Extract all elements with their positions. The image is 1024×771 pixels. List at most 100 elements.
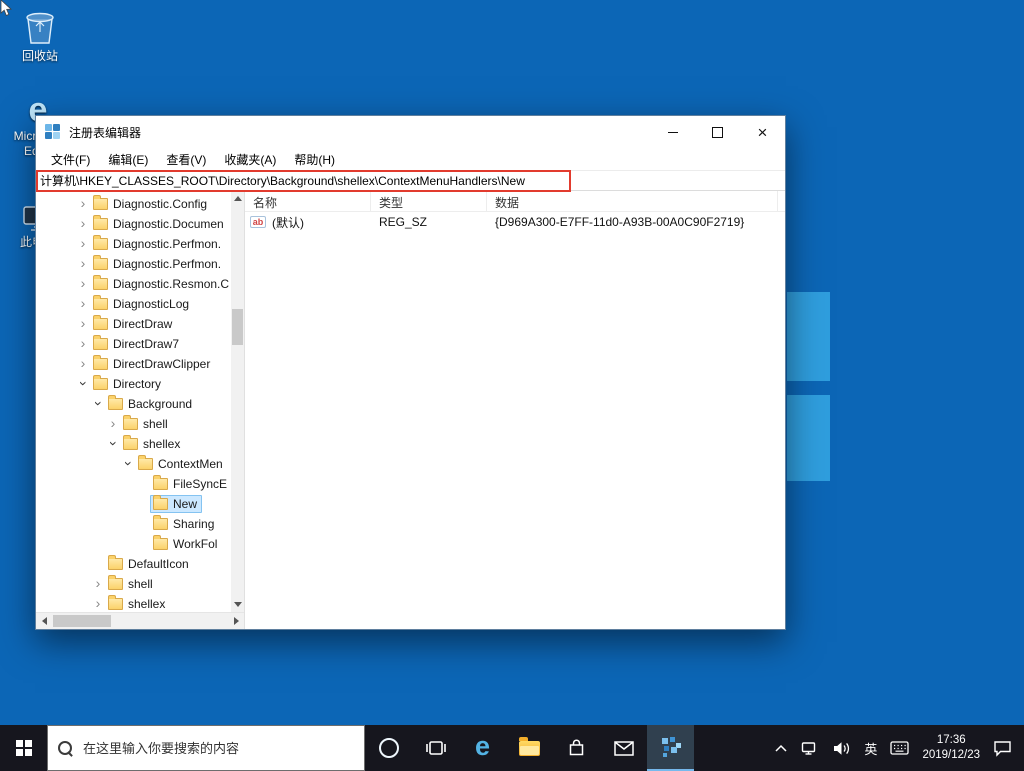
chevron-right-icon[interactable] [91, 596, 105, 612]
title-bar[interactable]: 注册表编辑器 [36, 116, 785, 148]
cortana-button[interactable] [365, 725, 412, 771]
chevron-down-icon[interactable] [91, 396, 105, 412]
regedit-app-icon [45, 124, 61, 140]
column-header-data[interactable]: 数据 [487, 191, 778, 211]
chevron-right-icon[interactable] [106, 416, 120, 432]
value-data: {D969A300-E7FF-11d0-A93B-00A0C90F2719} [487, 215, 785, 229]
chevron-right-icon[interactable] [76, 296, 90, 312]
chevron-down-icon[interactable] [106, 436, 120, 452]
chevron-right-icon[interactable] [76, 256, 90, 272]
search-input[interactable] [81, 740, 354, 757]
chevron-right-icon[interactable] [91, 576, 105, 592]
regedit-taskbar-button-active[interactable] [647, 725, 694, 771]
cortana-icon [379, 738, 399, 758]
network-status[interactable] [801, 741, 819, 756]
chevron-down-icon[interactable] [76, 376, 90, 392]
edge-button[interactable] [459, 725, 506, 771]
tree-item[interactable]: Diagnostic.Config [36, 194, 231, 214]
folder-icon [93, 318, 108, 330]
tree-item[interactable]: shellex [36, 434, 231, 454]
folder-icon [93, 278, 108, 290]
folder-icon [93, 198, 108, 210]
tree-item-selected[interactable]: New [36, 494, 231, 514]
chevron-right-icon[interactable] [76, 236, 90, 252]
chevron-up-icon [774, 744, 788, 753]
action-center-button[interactable] [993, 740, 1012, 757]
tray-expand-button[interactable] [774, 744, 788, 753]
tree-item[interactable]: Diagnostic.Documen [36, 214, 231, 234]
address-bar[interactable]: 计算机\HKEY_CLASSES_ROOT\Directory\Backgrou… [36, 170, 785, 191]
close-icon [758, 124, 768, 141]
menu-help[interactable]: 帮助(H) [285, 148, 344, 171]
task-view-button[interactable] [412, 725, 459, 771]
tree-item[interactable]: DiagnosticLog [36, 294, 231, 314]
registry-value-pane: 名称 类型 数据 (默认) REG_SZ {D969A300-E7FF-11d0… [245, 191, 785, 629]
folder-icon [93, 238, 108, 250]
tree-item[interactable]: DirectDraw [36, 314, 231, 334]
vertical-scrollbar[interactable] [231, 191, 244, 612]
menu-view[interactable]: 查看(V) [157, 148, 215, 171]
chevron-right-icon[interactable] [76, 216, 90, 232]
tree-item[interactable]: Diagnostic.Perfmon. [36, 254, 231, 274]
menu-edit[interactable]: 编辑(E) [99, 148, 157, 171]
tree-item[interactable]: Diagnostic.Perfmon. [36, 234, 231, 254]
touch-keyboard-button[interactable] [890, 741, 909, 755]
tree-item[interactable]: DirectDraw7 [36, 334, 231, 354]
tree-item[interactable]: shellex [36, 594, 231, 612]
mail-button[interactable] [600, 725, 647, 771]
chevron-down-icon[interactable] [121, 456, 135, 472]
chevron-right-icon[interactable] [76, 276, 90, 292]
taskbar-clock[interactable]: 17:36 2019/12/23 [922, 733, 980, 763]
windows-logo-icon [16, 740, 32, 756]
desktop-icon-recycle-bin[interactable]: 回收站 [8, 8, 72, 64]
scroll-up-arrow[interactable] [231, 191, 244, 206]
ime-indicator[interactable]: 英 [864, 739, 877, 758]
tree-item[interactable]: Background [36, 394, 231, 414]
vertical-scroll-thumb[interactable] [232, 309, 243, 345]
network-icon [801, 741, 819, 756]
menu-file[interactable]: 文件(F) [42, 148, 99, 171]
scroll-left-arrow[interactable] [36, 613, 52, 629]
tree-item[interactable]: DefaultIcon [36, 554, 231, 574]
chevron-right-icon[interactable] [76, 336, 90, 352]
close-button[interactable] [740, 116, 785, 148]
volume-status[interactable] [832, 741, 851, 756]
start-button[interactable] [0, 725, 47, 771]
menu-favorites[interactable]: 收藏夹(A) [215, 148, 285, 171]
tree-item[interactable]: Sharing [36, 514, 231, 534]
tree-item[interactable]: shell [36, 574, 231, 594]
maximize-button[interactable] [695, 116, 740, 148]
scroll-right-arrow[interactable] [228, 613, 244, 629]
store-button[interactable] [553, 725, 600, 771]
folder-icon [153, 538, 168, 550]
folder-icon [153, 478, 168, 490]
horizontal-scroll-thumb[interactable] [53, 615, 111, 627]
tree-item[interactable]: ContextMen [36, 454, 231, 474]
folder-icon [108, 598, 123, 610]
tree-item[interactable]: FileSyncE [36, 474, 231, 494]
chevron-right-icon[interactable] [76, 316, 90, 332]
column-header-name[interactable]: 名称 [245, 191, 371, 211]
tree-item[interactable]: shell [36, 414, 231, 434]
scroll-down-arrow[interactable] [231, 597, 244, 612]
recycle-bin-label: 回收站 [22, 49, 58, 64]
string-value-icon [250, 216, 266, 228]
taskbar-search[interactable] [47, 725, 365, 771]
tree-item[interactable]: Directory [36, 374, 231, 394]
regedit-window: 注册表编辑器 文件(F) 编辑(E) 查看(V) 收藏夹(A) 帮助(H) 计算… [35, 115, 786, 630]
minimize-button[interactable] [650, 116, 695, 148]
task-view-icon [425, 740, 447, 756]
registry-value-row[interactable]: (默认) REG_SZ {D969A300-E7FF-11d0-A93B-00A… [245, 212, 785, 232]
horizontal-scrollbar[interactable] [36, 612, 244, 629]
menu-bar: 文件(F) 编辑(E) 查看(V) 收藏夹(A) 帮助(H) [36, 148, 785, 170]
chevron-right-icon[interactable] [76, 196, 90, 212]
folder-icon [153, 498, 168, 510]
column-header-type[interactable]: 类型 [371, 191, 487, 211]
taskbar: 英 17:36 2019/12/23 [0, 725, 1024, 771]
chevron-right-icon[interactable] [76, 356, 90, 372]
tree-item[interactable]: WorkFol [36, 534, 231, 554]
value-type: REG_SZ [371, 215, 487, 229]
file-explorer-button[interactable] [506, 725, 553, 771]
tree-item[interactable]: DirectDrawClipper [36, 354, 231, 374]
tree-item[interactable]: Diagnostic.Resmon.C [36, 274, 231, 294]
